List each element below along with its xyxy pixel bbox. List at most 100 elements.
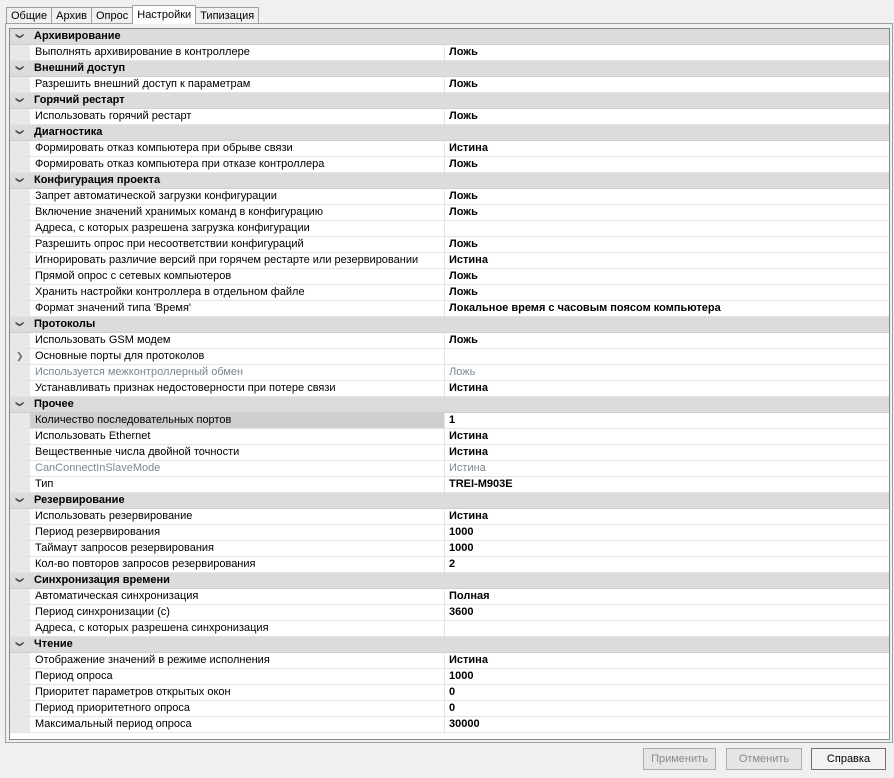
category-header[interactable]: ❯ Синхронизация времени [10, 573, 889, 589]
property-value[interactable]: Ложь [445, 365, 889, 380]
property-row[interactable]: Кол-во повторов запросов резервирования 2 [10, 557, 889, 573]
property-value[interactable]: Ложь [445, 189, 889, 204]
property-value[interactable]: Ложь [445, 109, 889, 124]
property-row[interactable]: Использовать горячий рестарт Ложь [10, 109, 889, 125]
property-value[interactable]: TREI-M903E [445, 477, 889, 492]
property-value[interactable]: Ложь [445, 77, 889, 92]
property-value[interactable]: Ложь [445, 205, 889, 220]
property-value[interactable]: Ложь [445, 285, 889, 300]
tab-archive[interactable]: Архив [51, 7, 92, 24]
property-row[interactable]: Таймаут запросов резервирования 1000 [10, 541, 889, 557]
property-row[interactable]: Тип TREI-M903E [10, 477, 889, 493]
collapse-chevron-icon[interactable]: ❯ [15, 97, 24, 104]
tab-polling[interactable]: Опрос [91, 7, 134, 24]
property-value[interactable]: Локальное время с часовым поясом компьют… [445, 301, 889, 316]
property-row[interactable]: Использовать GSM модем Ложь [10, 333, 889, 349]
property-grid[interactable]: ❯ Архивирование Выполнять архивирование в … [9, 28, 890, 740]
category-header[interactable]: ❯ Конфигурация проекта [10, 173, 889, 189]
property-row[interactable]: Отображение значений в режиме исполнения… [10, 653, 889, 669]
property-row[interactable]: Разрешить внешний доступ к параметрам Лож… [10, 77, 889, 93]
property-value[interactable]: Истина [445, 653, 889, 668]
category-header[interactable]: ❯ Протоколы [10, 317, 889, 333]
property-value[interactable]: Истина [445, 381, 889, 396]
property-value[interactable]: 2 [445, 557, 889, 572]
property-value[interactable] [445, 221, 889, 236]
property-value[interactable]: Полная [445, 589, 889, 604]
cancel-button[interactable]: Отменить [726, 748, 802, 770]
property-value[interactable]: Ложь [445, 333, 889, 348]
property-value[interactable]: Истина [445, 461, 889, 476]
property-row[interactable]: Устанавливать признак недостоверности пр… [10, 381, 889, 397]
collapse-chevron-icon[interactable]: ❯ [15, 577, 24, 584]
property-value[interactable]: 3600 [445, 605, 889, 620]
property-value[interactable]: Истина [445, 429, 889, 444]
property-value[interactable]: Ложь [445, 269, 889, 284]
collapse-chevron-icon[interactable]: ❯ [15, 33, 24, 40]
property-row[interactable]: Формировать отказ компьютера при отказе … [10, 157, 889, 173]
collapse-chevron-icon[interactable]: ❯ [15, 641, 24, 648]
property-value[interactable]: Истина [445, 509, 889, 524]
property-row[interactable]: Используется межконтроллерный обмен Ложь [10, 365, 889, 381]
property-row[interactable]: Адреса, с которых разрешена загрузка кон… [10, 221, 889, 237]
property-row[interactable]: Количество последовательных портов 1 [10, 413, 889, 429]
tab-general[interactable]: Общие [6, 7, 53, 24]
property-value[interactable]: 1000 [445, 669, 889, 684]
property-value[interactable] [445, 621, 889, 636]
property-row[interactable]: Использовать Ethernet Истина [10, 429, 889, 445]
property-value[interactable]: Ложь [445, 237, 889, 252]
property-row[interactable]: Период синхронизации (с) 3600 [10, 605, 889, 621]
property-row[interactable]: Формировать отказ компьютера при обрыве … [10, 141, 889, 157]
category-header[interactable]: ❯ Прочее [10, 397, 889, 413]
collapse-chevron-icon[interactable]: ❯ [15, 497, 24, 504]
property-row[interactable]: Формат значений типа 'Время' Локальное вр… [10, 301, 889, 317]
tab-typing[interactable]: Типизация [195, 7, 260, 24]
property-value[interactable]: Истина [445, 141, 889, 156]
category-header[interactable]: ❯ Диагностика [10, 125, 889, 141]
collapse-chevron-icon[interactable]: ❯ [15, 65, 24, 72]
property-row[interactable]: Включение значений хранимых команд в кон… [10, 205, 889, 221]
property-row[interactable]: Игнорировать различие версий при горячем… [10, 253, 889, 269]
property-value[interactable]: 0 [445, 685, 889, 700]
property-value[interactable] [445, 349, 889, 364]
property-row[interactable]: Период резервирования 1000 [10, 525, 889, 541]
property-value[interactable]: 1000 [445, 525, 889, 540]
property-name: Приоритет параметров открытых окон [30, 685, 445, 700]
property-value[interactable]: 30000 [445, 717, 889, 732]
collapse-chevron-icon[interactable]: ❯ [15, 321, 24, 328]
category-header[interactable]: ❯ Внешний доступ [10, 61, 889, 77]
property-value[interactable]: Ложь [445, 45, 889, 60]
property-row[interactable]: Автоматическая синхронизация Полная [10, 589, 889, 605]
tab-settings[interactable]: Настройки [132, 5, 197, 24]
property-value[interactable]: Истина [445, 253, 889, 268]
property-row[interactable]: Максимальный период опроса 30000 [10, 717, 889, 733]
property-row[interactable]: ❯ Основные порты для протоколов [10, 349, 889, 365]
property-row[interactable]: Запрет автоматической загрузки конфигура… [10, 189, 889, 205]
category-header[interactable]: ❯ Резервирование [10, 493, 889, 509]
property-row[interactable]: Разрешить опрос при несоответствии конфи… [10, 237, 889, 253]
property-value[interactable]: Ложь [445, 157, 889, 172]
property-row[interactable]: Хранить настройки контроллера в отдельно… [10, 285, 889, 301]
property-row[interactable]: CanConnectInSlaveMode Истина [10, 461, 889, 477]
category-header[interactable]: ❯ Архивирование [10, 29, 889, 45]
category-header[interactable]: ❯ Горячий рестарт [10, 93, 889, 109]
property-row[interactable]: Прямой опрос с сетевых компьютеров Ложь [10, 269, 889, 285]
property-value[interactable]: Истина [445, 445, 889, 460]
category-title: Диагностика [34, 126, 103, 138]
apply-button[interactable]: Применить [643, 748, 716, 770]
collapse-chevron-icon[interactable]: ❯ [15, 177, 24, 184]
property-row[interactable]: Использовать резервирование Истина [10, 509, 889, 525]
property-value[interactable]: 1000 [445, 541, 889, 556]
category-header[interactable]: ❯ Чтение [10, 637, 889, 653]
collapse-chevron-icon[interactable]: ❯ [15, 129, 24, 136]
property-row[interactable]: Период приоритетного опроса 0 [10, 701, 889, 717]
property-value[interactable]: 0 [445, 701, 889, 716]
expand-arrow-icon[interactable]: ❯ [16, 352, 24, 361]
property-row[interactable]: Приоритет параметров открытых окон 0 [10, 685, 889, 701]
property-value[interactable]: 1 [445, 413, 889, 428]
property-row[interactable]: Период опроса 1000 [10, 669, 889, 685]
property-row[interactable]: Адреса, с которых разрешена синхронизаци… [10, 621, 889, 637]
collapse-chevron-icon[interactable]: ❯ [15, 401, 24, 408]
property-row[interactable]: Выполнять архивирование в контроллере Лож… [10, 45, 889, 61]
property-row[interactable]: Вещественные числа двойной точности Истин… [10, 445, 889, 461]
help-button[interactable]: Справка [811, 748, 886, 770]
